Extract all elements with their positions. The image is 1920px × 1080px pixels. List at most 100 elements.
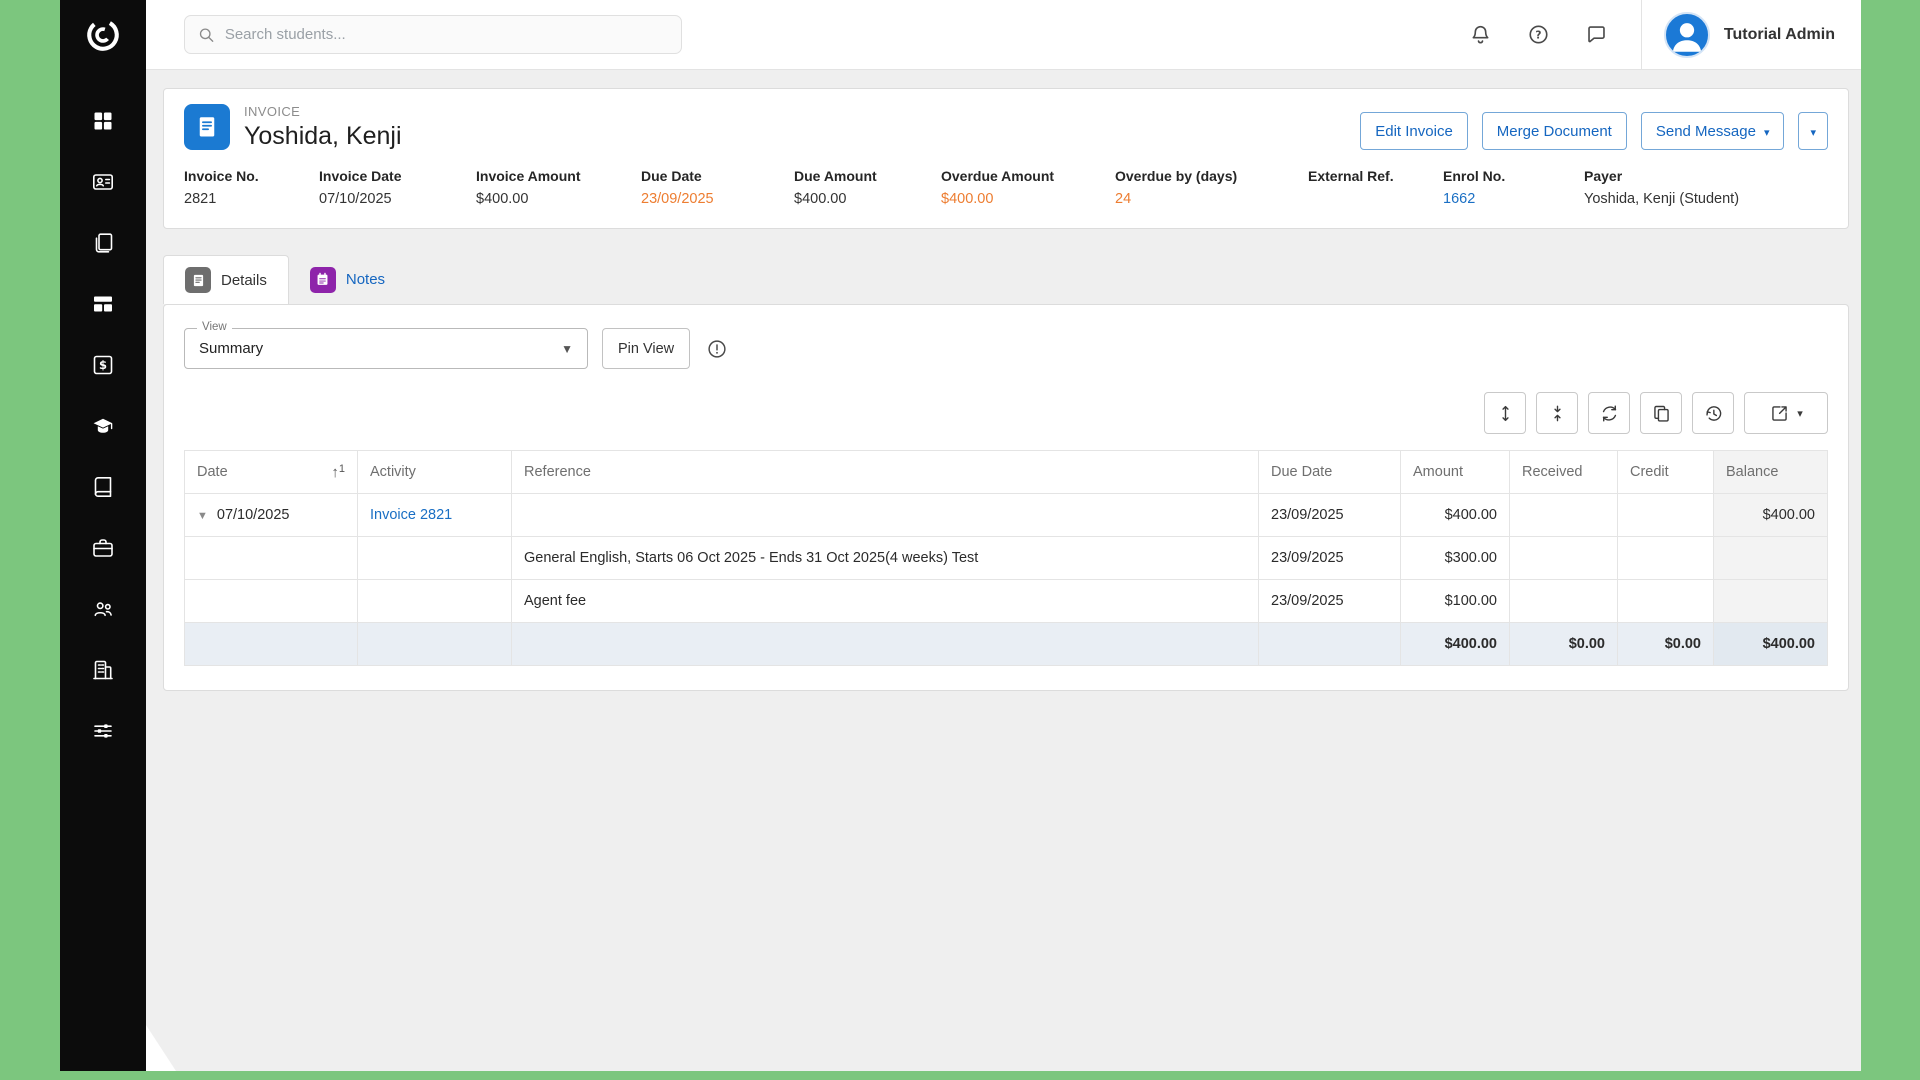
table-row-line-item: General English, Starts 06 Oct 2025 - En… <box>185 537 1828 580</box>
user-avatar[interactable] <box>1664 12 1710 58</box>
field-overdue-days: Overdue by (days) 24 <box>1115 168 1308 208</box>
column-header-activity[interactable]: Activity <box>358 451 512 494</box>
sidebar-item-documents[interactable] <box>90 230 116 256</box>
collapse-rows-icon <box>1547 403 1568 424</box>
sliders-icon <box>91 719 115 743</box>
total-balance: $400.00 <box>1714 623 1828 666</box>
chevron-down-icon: ▾ <box>1810 126 1816 139</box>
invoice-doc-icon <box>184 104 230 150</box>
chat-icon <box>1585 23 1608 46</box>
field-invoice-no: Invoice No. 2821 <box>184 168 319 208</box>
app-logo[interactable] <box>60 0 146 70</box>
history-icon <box>1703 403 1724 424</box>
person-icon <box>1666 14 1708 56</box>
column-header-due-date[interactable]: Due Date <box>1259 451 1401 494</box>
edit-invoice-button[interactable]: Edit Invoice <box>1360 112 1468 150</box>
people-icon <box>91 597 115 621</box>
sort-indicator: ↑1 <box>331 464 345 481</box>
field-due-amount: Due Amount $400.00 <box>794 168 941 208</box>
graduation-cap-icon <box>91 414 115 438</box>
field-enrol-no: Enrol No. 1662 <box>1443 168 1584 208</box>
tab-notes[interactable]: Notes <box>289 255 406 304</box>
dollar-invoice-icon: $ <box>91 353 115 377</box>
user-name: Tutorial Admin <box>1724 26 1835 44</box>
tab-details[interactable]: Details <box>163 255 289 304</box>
search-box[interactable] <box>184 15 682 54</box>
invoice-header-card: INVOICE Yoshida, Kenji Edit Invoice Merg… <box>163 88 1849 229</box>
more-actions-button[interactable]: ▾ <box>1798 112 1828 150</box>
info-icon <box>706 338 728 360</box>
notifications-bell-icon <box>1469 23 1492 46</box>
column-header-credit[interactable]: Credit <box>1618 451 1714 494</box>
row-date: 07/10/2025 <box>217 507 290 523</box>
view-select-label: View <box>197 321 232 333</box>
field-external-ref: External Ref. <box>1308 168 1443 208</box>
column-header-date[interactable]: Date ↑1 <box>185 451 358 494</box>
table-header-row: Date ↑1 Activity Reference Due Date Amou… <box>185 451 1828 494</box>
sidebar-item-settings[interactable] <box>90 718 116 744</box>
refresh-button[interactable] <box>1588 392 1630 434</box>
total-amount: $400.00 <box>1401 623 1510 666</box>
row-due-date: 23/09/2025 <box>1259 537 1401 580</box>
documents-icon <box>91 231 115 255</box>
column-header-reference[interactable]: Reference <box>512 451 1259 494</box>
details-doc-icon <box>185 267 211 293</box>
topbar: ? Tutorial Admin <box>146 0 1861 70</box>
sidebar-item-invoices[interactable]: $ <box>90 352 116 378</box>
details-card: View Summary ▼ Pin View <box>163 304 1849 691</box>
row-due-date: 23/09/2025 <box>1259 494 1401 537</box>
column-header-balance[interactable]: Balance <box>1714 451 1828 494</box>
send-message-button[interactable]: Send Message▾ <box>1641 112 1785 150</box>
sidebar-item-agents[interactable] <box>90 596 116 622</box>
help-button[interactable]: ? <box>1519 15 1559 55</box>
pin-view-button[interactable]: Pin View <box>602 328 690 369</box>
export-icon <box>1769 403 1790 424</box>
row-due-date: 23/09/2025 <box>1259 580 1401 623</box>
row-expand-caret-icon[interactable]: ▼ <box>197 510 208 522</box>
sort-arrow-icon: ↑ <box>331 464 339 481</box>
invoice-link[interactable]: Invoice 2821 <box>370 507 452 523</box>
expand-rows-button[interactable] <box>1484 392 1526 434</box>
sidebar-item-courses[interactable] <box>90 413 116 439</box>
sidebar-item-organisation[interactable] <box>90 657 116 683</box>
copy-button[interactable] <box>1640 392 1682 434</box>
table-row-line-item: Agent fee 23/09/2025 $100.00 <box>185 580 1828 623</box>
enrol-no-link[interactable]: 1662 <box>1443 191 1584 208</box>
history-button[interactable] <box>1692 392 1734 434</box>
column-header-received[interactable]: Received <box>1510 451 1618 494</box>
export-button[interactable]: ▾ <box>1744 392 1828 434</box>
sidebar-item-classes[interactable] <box>90 474 116 500</box>
table-row-invoice: ▼07/10/2025 Invoice 2821 23/09/2025 $400… <box>185 494 1828 537</box>
briefcase-icon <box>91 536 115 560</box>
total-credit: $0.00 <box>1618 623 1714 666</box>
field-payer: Payer Yoshida, Kenji (Student) <box>1584 168 1739 208</box>
info-button[interactable] <box>706 338 728 360</box>
field-invoice-date: Invoice Date 07/10/2025 <box>319 168 476 208</box>
sidebar-item-boards[interactable] <box>90 291 116 317</box>
refresh-icon <box>1599 403 1620 424</box>
field-overdue-amount: Overdue Amount $400.00 <box>941 168 1115 208</box>
page-title: Yoshida, Kenji <box>244 122 402 151</box>
invoice-kicker: INVOICE <box>244 104 402 119</box>
column-header-amount[interactable]: Amount <box>1401 451 1510 494</box>
sidebar: $ <box>60 0 146 1071</box>
merge-document-button[interactable]: Merge Document <box>1482 112 1627 150</box>
sidebar-item-dashboard[interactable] <box>90 108 116 134</box>
book-icon <box>91 475 115 499</box>
topbar-right: ? Tutorial Admin <box>1461 0 1861 69</box>
notifications-button[interactable] <box>1461 15 1501 55</box>
view-select[interactable]: View Summary ▼ <box>184 328 588 369</box>
svg-text:?: ? <box>1536 29 1542 41</box>
sidebar-item-services[interactable] <box>90 535 116 561</box>
sidebar-item-students[interactable] <box>90 169 116 195</box>
collapse-rows-button[interactable] <box>1536 392 1578 434</box>
notes-icon <box>310 267 336 293</box>
tab-details-label: Details <box>221 272 267 289</box>
chat-button[interactable] <box>1577 15 1617 55</box>
expand-rows-icon <box>1495 403 1516 424</box>
dashboard-grid-icon <box>91 109 115 133</box>
view-controls: View Summary ▼ Pin View <box>184 328 1828 369</box>
search-input[interactable] <box>225 26 669 43</box>
swirl-logo-icon <box>81 13 125 57</box>
chevron-down-icon: ▾ <box>1797 407 1803 420</box>
